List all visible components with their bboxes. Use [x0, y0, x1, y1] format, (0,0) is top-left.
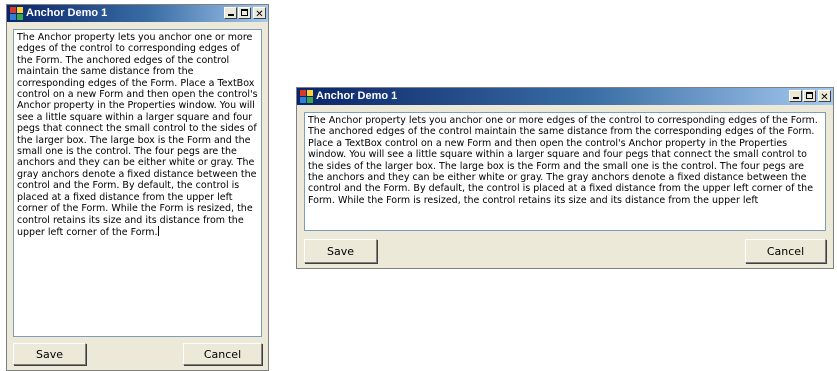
window-title: Anchor Demo 1	[316, 90, 398, 102]
minimize-icon	[793, 97, 799, 99]
cancel-button[interactable]: Cancel	[183, 343, 262, 365]
title-bar[interactable]: Anchor Demo 1 ✕	[7, 5, 268, 22]
maximize-icon	[806, 92, 813, 99]
window-title: Anchor Demo 1	[26, 7, 108, 19]
save-button[interactable]: Save	[13, 343, 86, 365]
save-button[interactable]: Save	[304, 239, 377, 263]
maximize-button[interactable]	[238, 7, 251, 19]
maximize-icon	[241, 9, 248, 16]
maximize-button[interactable]	[803, 90, 816, 102]
anchor-textbox[interactable]: The Anchor property lets you anchor one …	[304, 112, 826, 231]
anchor-demo-window-wide: Anchor Demo 1 ✕ The Anchor property lets…	[296, 87, 834, 269]
close-icon: ✕	[820, 92, 829, 103]
close-icon: ✕	[255, 9, 264, 20]
app-icon	[10, 7, 23, 20]
window-controls: ✕	[224, 7, 266, 20]
anchor-demo-window-narrow: Anchor Demo 1 ✕ The Anchor property lets…	[6, 4, 269, 371]
minimize-icon	[228, 14, 234, 16]
window-controls: ✕	[789, 90, 831, 103]
close-button[interactable]: ✕	[818, 90, 831, 103]
cancel-button[interactable]: Cancel	[745, 239, 826, 263]
minimize-button[interactable]	[224, 7, 237, 19]
textbox-content: The Anchor property lets you anchor one …	[17, 32, 261, 238]
title-bar[interactable]: Anchor Demo 1 ✕	[297, 88, 833, 105]
app-icon	[300, 90, 313, 103]
anchor-textbox[interactable]: The Anchor property lets you anchor one …	[13, 29, 262, 337]
minimize-button[interactable]	[789, 90, 802, 102]
close-button[interactable]: ✕	[253, 7, 266, 20]
text-caret	[157, 225, 159, 236]
